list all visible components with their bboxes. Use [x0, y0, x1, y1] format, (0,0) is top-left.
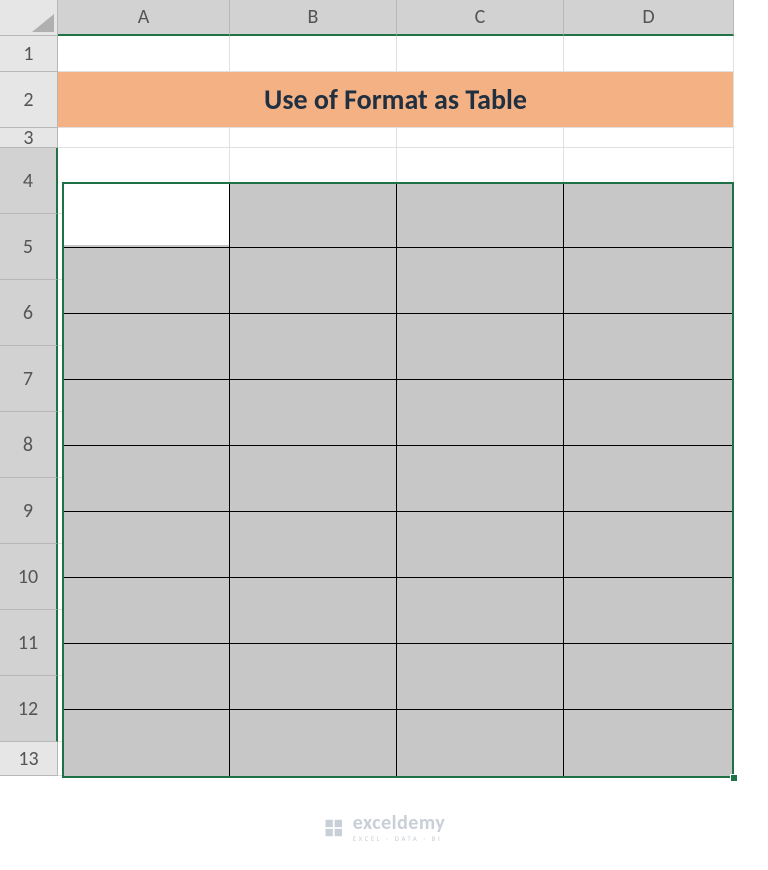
cell-D4[interactable] — [564, 148, 734, 214]
cell-C9[interactable] — [397, 478, 564, 544]
cell-C11[interactable] — [397, 610, 564, 676]
cell-C3[interactable] — [397, 128, 564, 148]
cell-C6[interactable] — [397, 280, 564, 346]
cell-A10[interactable] — [58, 544, 230, 610]
cell-B3[interactable] — [230, 128, 397, 148]
cell-C1[interactable] — [397, 36, 564, 72]
cell-D11[interactable] — [564, 610, 734, 676]
row-header-5[interactable]: 5 — [0, 214, 58, 280]
row-header-7[interactable]: 7 — [0, 346, 58, 412]
cell-C12[interactable] — [397, 676, 564, 742]
row-header-6[interactable]: 6 — [0, 280, 58, 346]
cell-A5[interactable] — [58, 214, 230, 280]
cell-D10[interactable] — [564, 544, 734, 610]
cell-D9[interactable] — [564, 478, 734, 544]
cell-B6[interactable] — [230, 280, 397, 346]
col-header-B[interactable]: B — [230, 0, 397, 36]
cell-A13[interactable] — [58, 742, 230, 776]
row-header-8[interactable]: 8 — [0, 412, 58, 478]
cell-B11[interactable] — [230, 610, 397, 676]
cell-A8[interactable] — [58, 412, 230, 478]
cell-D6[interactable] — [564, 280, 734, 346]
col-header-C[interactable]: C — [397, 0, 564, 36]
cell-C13[interactable] — [397, 742, 564, 776]
select-all-corner[interactable] — [0, 0, 58, 36]
col-header-A[interactable]: A — [58, 0, 230, 36]
cell-A7[interactable] — [58, 346, 230, 412]
row-header-4[interactable]: 4 — [0, 148, 58, 214]
row-header-12[interactable]: 12 — [0, 676, 58, 742]
cell-A6[interactable] — [58, 280, 230, 346]
cell-B12[interactable] — [230, 676, 397, 742]
row-header-1[interactable]: 1 — [0, 36, 58, 72]
row-header-13[interactable]: 13 — [0, 742, 58, 776]
spreadsheet-grid[interactable]: A B C D 1 2 Use of Format as Table 3 4 5… — [0, 0, 768, 776]
col-header-D[interactable]: D — [564, 0, 734, 36]
cell-A9[interactable] — [58, 478, 230, 544]
cell-D8[interactable] — [564, 412, 734, 478]
cell-C4[interactable] — [397, 148, 564, 214]
cell-C7[interactable] — [397, 346, 564, 412]
title-banner[interactable]: Use of Format as Table — [58, 72, 734, 128]
cell-D7[interactable] — [564, 346, 734, 412]
cell-B4[interactable] — [230, 148, 397, 214]
cell-B5[interactable] — [230, 214, 397, 280]
cell-D13[interactable] — [564, 742, 734, 776]
row-header-3[interactable]: 3 — [0, 128, 58, 148]
row-header-9[interactable]: 9 — [0, 478, 58, 544]
cell-A3[interactable] — [58, 128, 230, 148]
cell-B7[interactable] — [230, 346, 397, 412]
row-header-10[interactable]: 10 — [0, 544, 58, 610]
cell-A12[interactable] — [58, 676, 230, 742]
watermark-tagline: EXCEL · DATA · BI — [353, 835, 446, 842]
cell-B9[interactable] — [230, 478, 397, 544]
cell-B8[interactable] — [230, 412, 397, 478]
cell-B1[interactable] — [230, 36, 397, 72]
cell-D3[interactable] — [564, 128, 734, 148]
watermark-name: exceldemy — [353, 813, 446, 833]
cell-D1[interactable] — [564, 36, 734, 72]
cell-C8[interactable] — [397, 412, 564, 478]
cell-D5[interactable] — [564, 214, 734, 280]
row-header-2[interactable]: 2 — [0, 72, 58, 128]
cell-B10[interactable] — [230, 544, 397, 610]
cell-A4[interactable] — [58, 148, 230, 214]
cell-C10[interactable] — [397, 544, 564, 610]
exceldemy-logo-icon — [323, 817, 345, 839]
watermark: exceldemy EXCEL · DATA · BI — [323, 813, 446, 842]
cell-A1[interactable] — [58, 36, 230, 72]
row-header-11[interactable]: 11 — [0, 610, 58, 676]
cell-C5[interactable] — [397, 214, 564, 280]
cell-B13[interactable] — [230, 742, 397, 776]
cell-A11[interactable] — [58, 610, 230, 676]
cell-D12[interactable] — [564, 676, 734, 742]
